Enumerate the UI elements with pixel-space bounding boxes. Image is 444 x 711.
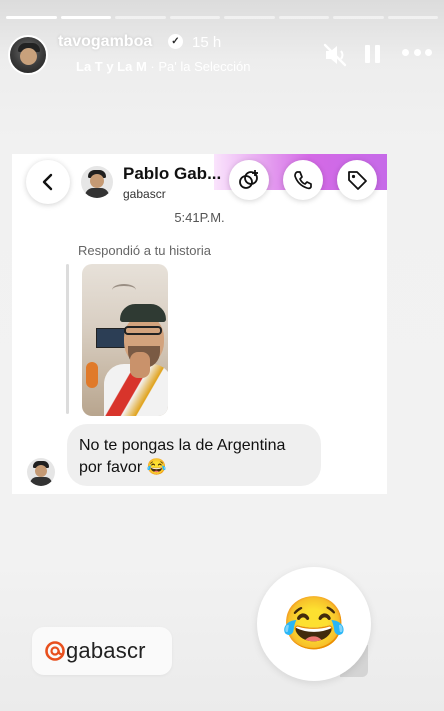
- progress-segment: [333, 16, 384, 19]
- dm-contact-handle: gabascr: [123, 187, 166, 201]
- verified-badge-icon: ✓: [168, 34, 183, 49]
- music-artist: La T y La M: [76, 59, 147, 74]
- sticker-add-button[interactable]: [229, 160, 269, 200]
- tag-button[interactable]: [337, 160, 377, 200]
- story-avatar[interactable]: [8, 35, 48, 75]
- tag-icon: [348, 171, 367, 190]
- music-song: Pa' la Selección: [158, 59, 251, 74]
- reply-indicator-line: [66, 264, 69, 414]
- dm-screenshot: Pablo Gab... gabascr 5:41P.M. Respondió …: [12, 154, 387, 494]
- sticker-add-icon: [239, 170, 258, 189]
- emoji-reaction-button[interactable]: 😂: [257, 567, 371, 681]
- mention-handle: gabascr: [66, 638, 146, 663]
- progress-segment: [224, 16, 275, 19]
- progress-segment: [278, 16, 329, 19]
- story-music-info[interactable]: La T y La M · Pa' la Selección: [76, 59, 250, 74]
- message-sender-avatar: [27, 458, 55, 486]
- dm-contact-name[interactable]: Pablo Gab...: [123, 164, 221, 184]
- story-header: tavogamboa ✓ 15 h La T y La M · Pa' la S…: [8, 33, 436, 77]
- story-progress-bar: [6, 16, 438, 19]
- story-username[interactable]: tavogamboa: [58, 33, 152, 51]
- back-button[interactable]: [26, 160, 70, 204]
- pause-icon[interactable]: [364, 43, 382, 65]
- dm-header: Pablo Gab... gabascr: [12, 154, 387, 212]
- phone-icon: [294, 171, 312, 190]
- more-icon[interactable]: [402, 49, 432, 57]
- threads-icon: [45, 641, 65, 661]
- replied-to-story-label: Respondió a tu historia: [78, 243, 211, 258]
- story-time-ago: 15 h: [192, 34, 222, 51]
- progress-segment: [6, 16, 57, 19]
- dm-timestamp: 5:41P.M.: [174, 210, 225, 225]
- progress-segment: [115, 16, 166, 19]
- mention-sticker[interactable]: gabascr: [32, 627, 172, 675]
- back-arrow-icon: [42, 173, 53, 191]
- progress-segment: [60, 16, 111, 19]
- story-reply-thumbnail[interactable]: [82, 264, 168, 416]
- progress-segment: [387, 16, 438, 19]
- progress-segment: [169, 16, 220, 19]
- dm-contact-avatar[interactable]: [81, 166, 113, 198]
- mute-icon[interactable]: [322, 42, 348, 68]
- call-button[interactable]: [283, 160, 323, 200]
- music-separator: ·: [146, 59, 159, 74]
- message-bubble[interactable]: No te pongas la de Argentina por favor 😂: [67, 424, 321, 486]
